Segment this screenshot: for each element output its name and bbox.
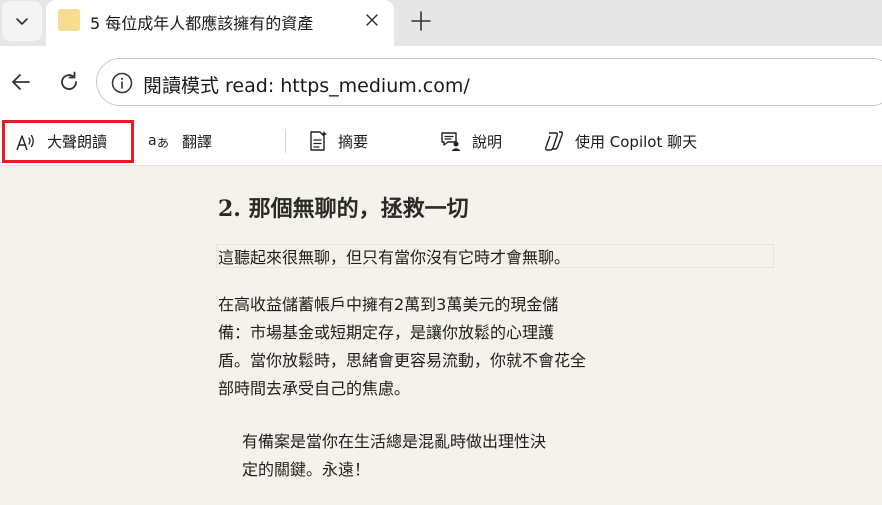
- read-aloud-label: 大聲朗讀: [47, 133, 108, 151]
- copilot-chat-label: 使用 Copilot 聊天: [575, 132, 698, 151]
- tab-title: 5 每位成年人都應該擁有的資產: [90, 14, 314, 33]
- read-aloud-button[interactable]: 大聲朗讀: [2, 120, 134, 163]
- close-icon: [366, 14, 378, 26]
- paragraph-2-line: 部時間去承受自己的焦慮。: [218, 379, 411, 398]
- paragraph-2: 在高收益儲蓄帳戶中擁有2萬到3萬美元的現金儲 備：市場基金或短期定存，是讓你放鬆…: [218, 291, 588, 403]
- summary-icon: [310, 131, 327, 151]
- reader-toolbar: 大聲朗讀 a あ 翻譯 摘要 說明 使用 Copilot 聊天: [0, 116, 882, 166]
- copilot-icon: [544, 131, 564, 151]
- paragraph-2-line: 備：市場基金或短期定存，是讓你放鬆的心理護: [218, 323, 555, 342]
- block-quote: 有備案是當你在生活總是混亂時做出理性決 定的關鍵。永遠！: [242, 428, 602, 484]
- refresh-icon: [61, 71, 77, 90]
- explain-button[interactable]: 說明: [440, 126, 502, 156]
- read-aloud-icon: [16, 134, 34, 150]
- translate-icon: a あ: [148, 133, 169, 150]
- summary-button[interactable]: 摘要: [308, 126, 368, 156]
- reader-article: 2. 那個無聊的，拯救一切 這聽起來很無聊，但只有當你沒有它時才會無聊。 在高收…: [0, 166, 882, 505]
- tab-actions-menu-button[interactable]: [2, 1, 42, 41]
- quote-line: 有備案是當你在生活總是混亂時做出理性決: [242, 432, 547, 451]
- translate-button[interactable]: a あ 翻譯: [148, 126, 212, 156]
- close-tab-button[interactable]: [362, 10, 382, 30]
- quote-line: 定的關鍵。永遠！: [242, 460, 371, 479]
- explain-label: 說明: [472, 132, 503, 151]
- toolbar-divider: [285, 129, 286, 153]
- translate-label: 翻譯: [182, 132, 213, 151]
- info-icon: [111, 72, 133, 94]
- paragraph-2-line: 盾。當你放鬆時，思緒會更容易流動，你就不會花全: [218, 351, 587, 370]
- section-heading: 2. 那個無聊的，拯救一切: [218, 196, 469, 222]
- active-tab[interactable]: 5 每位成年人都應該擁有的資產: [46, 0, 394, 46]
- plus-icon: [411, 11, 431, 31]
- copilot-chat-button[interactable]: 使用 Copilot 聊天: [543, 126, 697, 156]
- svg-text:a: a: [148, 133, 157, 149]
- new-tab-button[interactable]: [406, 6, 436, 36]
- address-text[interactable]: 閱讀模式 read: https_medium.com/: [143, 71, 470, 98]
- refresh-button[interactable]: [56, 69, 82, 95]
- summary-label: 摘要: [338, 132, 369, 151]
- chevron-down-icon: [16, 18, 28, 25]
- address-bar[interactable]: 閱讀模式 read: https_medium.com/: [96, 58, 882, 106]
- tab-strip: 5 每位成年人都應該擁有的資產: [0, 0, 882, 46]
- site-info-button[interactable]: [111, 72, 133, 94]
- paragraph-2-line: 在高收益儲蓄帳戶中擁有2萬到3萬美元的現金儲: [218, 295, 559, 314]
- explain-icon: [441, 132, 461, 151]
- back-button[interactable]: [8, 69, 34, 95]
- arrow-left-icon: [12, 74, 30, 90]
- navigation-bar: 閱讀模式 read: https_medium.com/: [0, 46, 882, 116]
- svg-text:あ: あ: [157, 136, 169, 150]
- paragraph-1: 這聽起來很無聊，但只有當你沒有它時才會無聊。: [218, 248, 571, 267]
- page-favicon-icon: [58, 9, 80, 31]
